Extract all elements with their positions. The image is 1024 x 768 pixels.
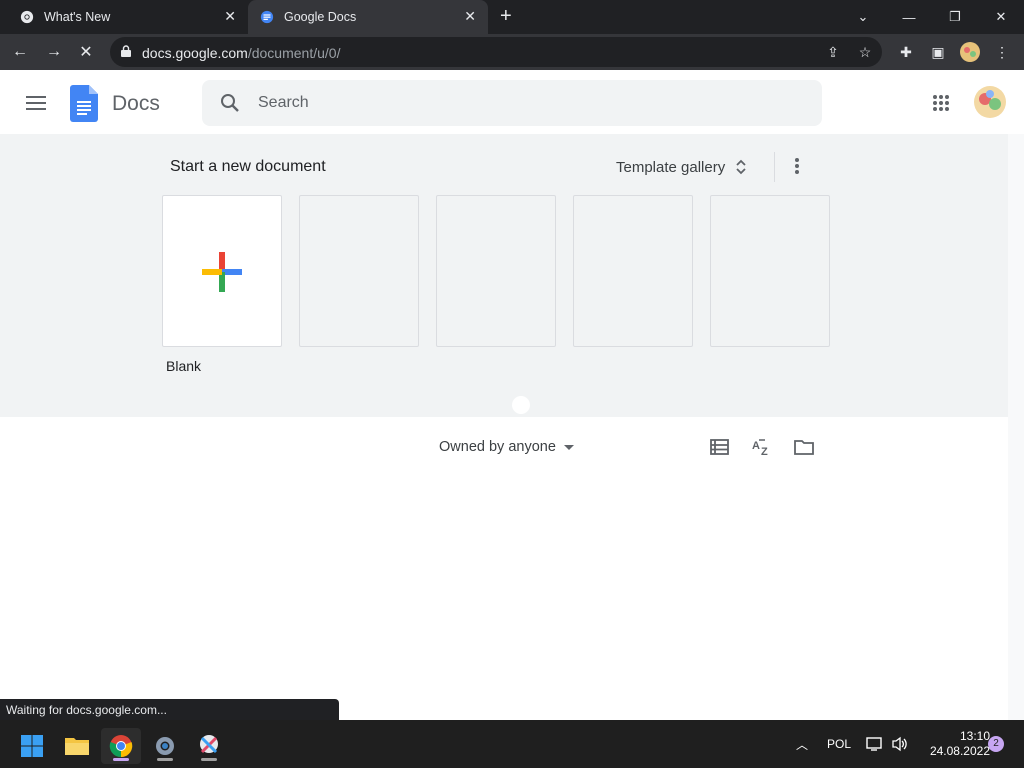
chrome-icon <box>20 10 34 24</box>
template-card[interactable] <box>710 195 830 347</box>
notification-badge[interactable]: 2 <box>988 736 1004 752</box>
divider <box>774 152 775 182</box>
recent-documents-bar: Owned by anyone A Z <box>0 417 1008 477</box>
start-button[interactable] <box>12 728 52 764</box>
template-card-blank[interactable] <box>162 195 282 347</box>
browser-toolbar: ← → ✕ docs.google.com/document/u/0/ ⇪ ☆ … <box>0 34 1024 70</box>
url-text: docs.google.com/document/u/0/ <box>142 45 340 61</box>
docs-header: Docs Search <box>0 70 1024 134</box>
chrome-taskbar-button[interactable] <box>101 728 141 764</box>
windows-start-icon <box>21 735 43 757</box>
tab-whats-new[interactable]: What's New ✕ <box>8 0 248 34</box>
search-placeholder: Search <box>258 94 309 111</box>
minimize-icon[interactable]: — <box>886 0 932 34</box>
start-new-document-heading: Start a new document <box>170 158 326 175</box>
language-indicator[interactable]: POL <box>827 720 851 768</box>
tab-title: What's New <box>44 10 111 24</box>
tab-google-docs[interactable]: Google Docs ✕ <box>248 0 488 34</box>
app-title[interactable]: Docs <box>112 92 160 116</box>
list-view-icon[interactable] <box>709 437 731 457</box>
chrome-icon <box>109 735 133 758</box>
close-tab-icon[interactable]: ✕ <box>464 8 476 25</box>
account-avatar[interactable] <box>974 86 1006 118</box>
plus-icon <box>202 252 242 292</box>
snipping-tool-icon <box>200 735 218 754</box>
active-app-indicator <box>113 758 129 761</box>
unfold-icon <box>736 159 746 175</box>
template-card[interactable] <box>299 195 419 347</box>
browser-tab-strip: What's New ✕ Google Docs ✕ + ⌄ — ❐ ✕ <box>0 0 1024 34</box>
bookmark-star-icon[interactable]: ☆ <box>856 43 874 61</box>
loading-spinner <box>512 396 530 414</box>
search-icon[interactable] <box>220 93 240 113</box>
forward-icon[interactable]: → <box>42 40 66 64</box>
file-explorer-taskbar-button[interactable] <box>57 728 97 764</box>
clock-time: 13:10 <box>959 729 990 743</box>
file-explorer-icon <box>65 738 89 755</box>
address-bar[interactable]: docs.google.com/document/u/0/ ⇪ ☆ <box>110 37 882 67</box>
template-section: Start a new document Template gallery Bl… <box>0 134 1008 417</box>
template-gallery-button[interactable]: Template gallery <box>616 158 747 176</box>
template-label-blank: Blank <box>166 358 202 374</box>
running-app-indicator <box>201 758 217 761</box>
close-tab-icon[interactable]: ✕ <box>224 8 236 25</box>
url-path: /document/u/0/ <box>247 45 341 61</box>
snipping-tool-taskbar-button[interactable] <box>189 728 229 764</box>
svg-text:Z: Z <box>761 446 768 457</box>
template-gallery-label: Template gallery <box>616 158 726 176</box>
more-options-icon[interactable] <box>790 156 804 176</box>
docs-favicon-icon <box>260 10 274 24</box>
docs-logo-icon[interactable] <box>70 85 98 122</box>
dropdown-caret-icon <box>563 444 574 450</box>
back-icon[interactable]: ← <box>8 40 32 64</box>
network-icon[interactable] <box>866 720 884 768</box>
folder-icon[interactable] <box>793 437 815 457</box>
chevron-down-icon[interactable]: ⌄ <box>840 0 886 34</box>
sort-az-icon[interactable]: A Z <box>751 437 773 457</box>
settings-taskbar-button[interactable] <box>145 728 185 764</box>
tab-title: Google Docs <box>284 10 357 24</box>
restore-icon[interactable]: ❐ <box>932 0 978 34</box>
clock-date: 24.08.2022 <box>929 744 990 758</box>
svg-text:A: A <box>752 440 760 452</box>
close-window-icon[interactable]: ✕ <box>978 0 1024 34</box>
search-input[interactable]: Search <box>202 80 822 126</box>
template-card[interactable] <box>573 195 693 347</box>
system-clock[interactable]: 13:10 24.08.2022 <box>914 729 990 759</box>
profile-avatar-small[interactable] <box>959 41 981 63</box>
google-apps-icon[interactable] <box>932 94 950 112</box>
lock-icon <box>121 45 131 57</box>
share-icon[interactable]: ⇪ <box>824 43 842 61</box>
show-hidden-icons[interactable]: ︿ <box>796 720 808 768</box>
gear-icon <box>156 737 174 755</box>
stop-loading-icon[interactable]: ✕ <box>74 40 98 64</box>
main-menu-icon[interactable] <box>26 96 46 110</box>
new-tab-icon[interactable]: + <box>500 5 512 28</box>
scrollbar[interactable] <box>1008 134 1024 720</box>
side-panel-icon[interactable]: ▣ <box>927 41 949 63</box>
running-app-indicator <box>157 758 173 761</box>
url-host: docs.google.com <box>142 45 248 61</box>
windows-taskbar: ︿ POL 13:10 24.08.2022 <box>0 720 1024 768</box>
window-controls: ⌄ — ❐ ✕ <box>840 0 1024 34</box>
template-card[interactable] <box>436 195 556 347</box>
owner-filter-label: Owned by anyone <box>439 439 556 455</box>
status-bar: Waiting for docs.google.com... <box>0 699 339 720</box>
extensions-icon[interactable]: ✚ <box>895 41 917 63</box>
owner-filter-dropdown[interactable]: Owned by anyone <box>439 439 574 455</box>
volume-icon[interactable] <box>891 720 909 768</box>
menu-kebab-icon[interactable]: ⋮ <box>991 41 1013 63</box>
